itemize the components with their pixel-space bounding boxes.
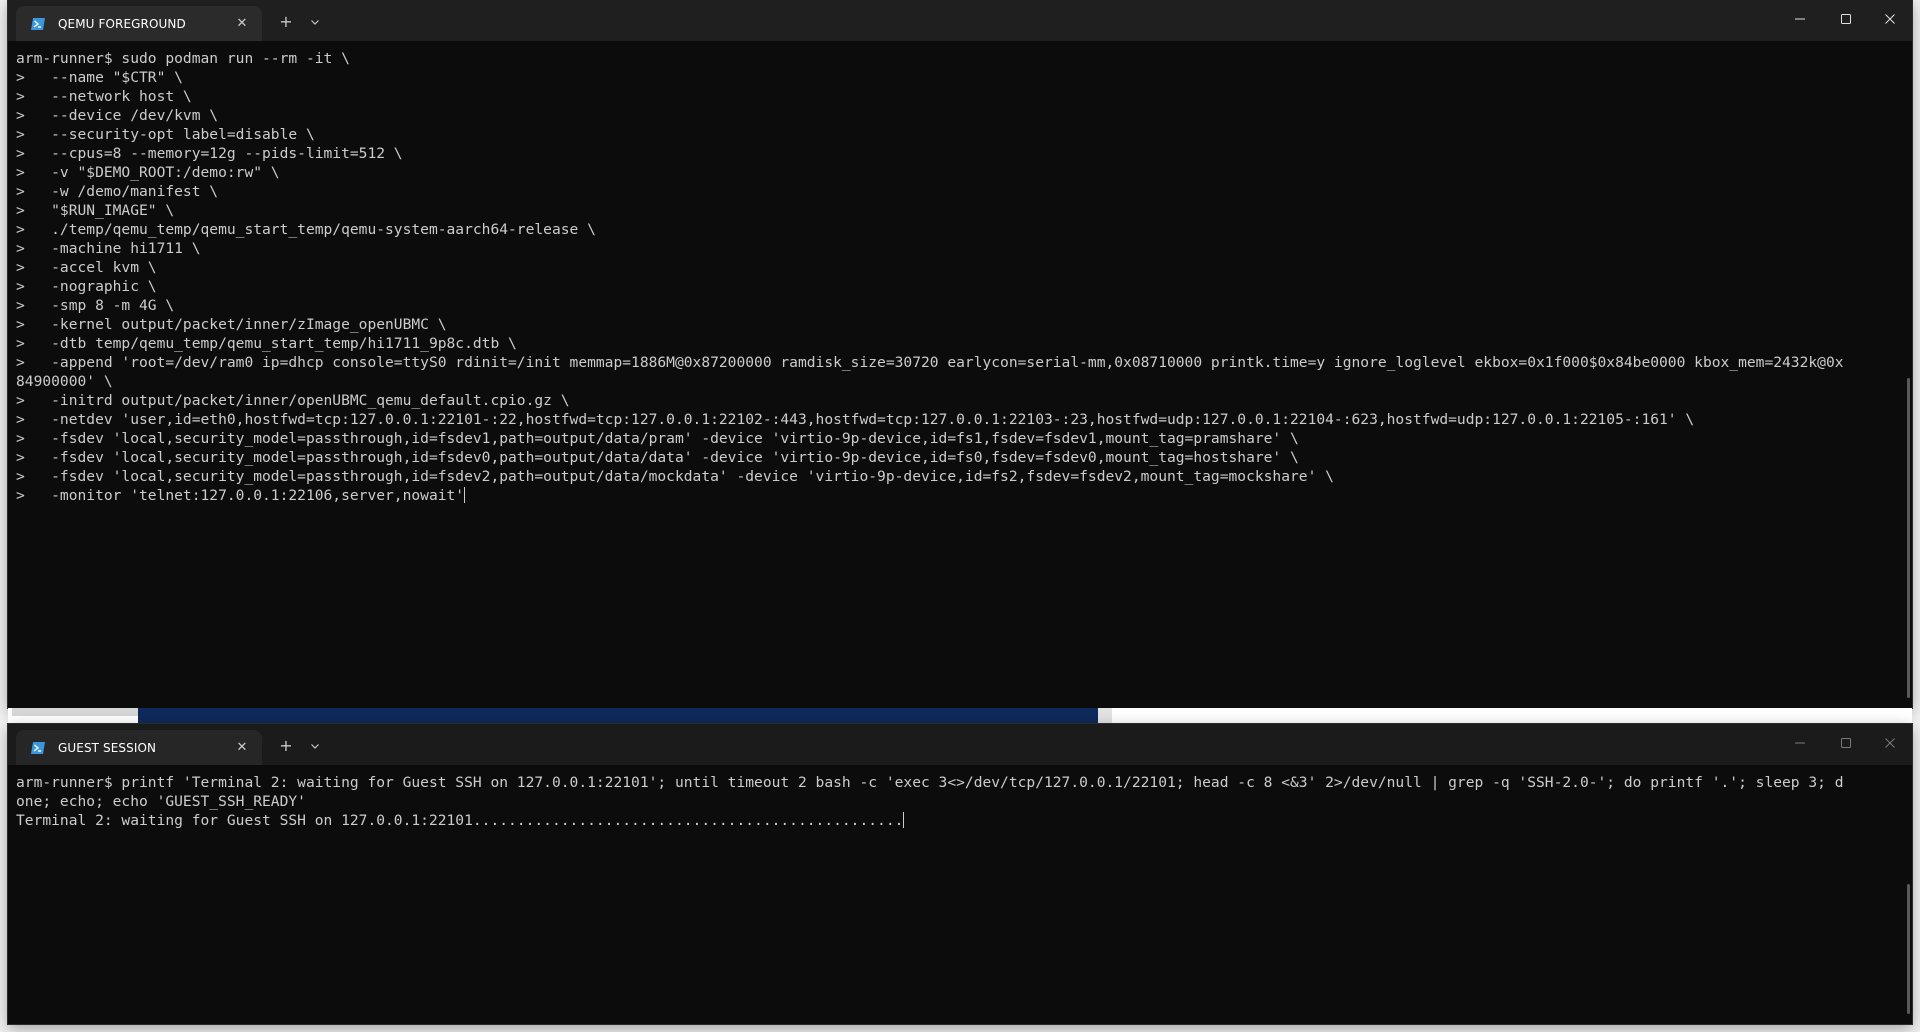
terminal-line-text: > -w /demo/manifest \ [16, 183, 219, 200]
terminal-line-text: 84900000' \ [16, 373, 113, 390]
terminal-line-text: > -netdev 'user,id=eth0,hostfwd=tcp:127.… [16, 411, 1695, 428]
terminal-line-text: > --name "$CTR" \ [16, 69, 183, 86]
terminal-line: > --cpus=8 --memory=12g --pids-limit=512… [16, 144, 1904, 163]
chevron-down-icon[interactable] [308, 738, 322, 754]
terminal-line-text: > --security-opt label=disable \ [16, 126, 315, 143]
terminal-line-text: > -kernel output/packet/inner/zImage_ope… [16, 316, 447, 333]
plus-icon[interactable]: + [278, 738, 294, 754]
terminal-line: > --network host \ [16, 87, 1904, 106]
powershell-icon [30, 740, 46, 754]
terminal-line-text: > -nographic \ [16, 278, 157, 295]
terminal-output[interactable]: arm-runner$ printf 'Terminal 2: waiting … [8, 765, 1912, 1024]
background-panel [1098, 708, 1112, 724]
terminal-line: > -machine hi1711 \ [16, 239, 1904, 258]
terminal-line-text: > -initrd output/packet/inner/openUBMC_q… [16, 392, 570, 409]
minimize-icon [1795, 18, 1805, 20]
titlebar: GUEST SESSION ✕ + [8, 724, 1912, 765]
terminal-line: > -initrd output/packet/inner/openUBMC_q… [16, 391, 1904, 410]
background-window-strip [8, 708, 1912, 724]
terminal-line: > --device /dev/kvm \ [16, 106, 1904, 125]
terminal-line: one; echo; echo 'GUEST_SSH_READY' [16, 792, 1904, 811]
close-icon [1885, 14, 1895, 24]
close-button[interactable] [1876, 730, 1904, 756]
text-cursor [464, 487, 466, 503]
tab-qemu-foreground[interactable]: QEMU FOREGROUND ✕ [16, 6, 262, 41]
terminal-line: > -kernel output/packet/inner/zImage_ope… [16, 315, 1904, 334]
terminal-output[interactable]: arm-runner$ sudo podman run --rm -it \ > … [8, 41, 1912, 708]
terminal-line: arm-runner$ sudo podman run --rm -it \ [16, 49, 1904, 68]
terminal-line-text: > -v "$DEMO_ROOT:/demo:rw" \ [16, 164, 280, 181]
terminal-line: 84900000' \ [16, 372, 1904, 391]
powershell-icon [30, 16, 46, 30]
terminal-line-text: Terminal 2: waiting for Guest SSH on 127… [16, 812, 904, 829]
terminal-line-text: > -fsdev 'local,security_model=passthrou… [16, 430, 1299, 447]
minimize-icon [1795, 742, 1805, 744]
tab-label: GUEST SESSION [58, 741, 157, 755]
terminal-line-text: > -machine hi1711 \ [16, 240, 201, 257]
terminal-line-text: one; echo; echo 'GUEST_SSH_READY' [16, 793, 306, 810]
terminal-line: > -netdev 'user,id=eth0,hostfwd=tcp:127.… [16, 410, 1904, 429]
terminal-line-text: > --cpus=8 --memory=12g --pids-limit=512… [16, 145, 403, 162]
chevron-down-icon[interactable] [308, 14, 322, 30]
scrollbar[interactable] [1907, 884, 1910, 1014]
terminal-line: > -monitor 'telnet:127.0.0.1:22106,serve… [16, 486, 1904, 505]
terminal-line: > --security-opt label=disable \ [16, 125, 1904, 144]
titlebar: QEMU FOREGROUND ✕ + [8, 0, 1912, 41]
close-icon[interactable]: ✕ [234, 16, 250, 32]
scrollbar[interactable] [1907, 378, 1910, 698]
maximize-icon [1841, 738, 1851, 748]
terminal-line: > -append 'root=/dev/ram0 ip=dhcp consol… [16, 353, 1904, 372]
terminal-line: arm-runner$ printf 'Terminal 2: waiting … [16, 773, 1904, 792]
terminal-line: > -nographic \ [16, 277, 1904, 296]
terminal-line: > "$RUN_IMAGE" \ [16, 201, 1904, 220]
terminal-line: > -v "$DEMO_ROOT:/demo:rw" \ [16, 163, 1904, 182]
terminal-line: > -accel kvm \ [16, 258, 1904, 277]
terminal-line: Terminal 2: waiting for Guest SSH on 127… [16, 811, 1904, 830]
terminal-line-text: > -monitor 'telnet:127.0.0.1:22106,serve… [16, 487, 465, 504]
terminal-line-text: > --device /dev/kvm \ [16, 107, 219, 124]
terminal-line-text: > -dtb temp/qemu_temp/qemu_start_temp/hi… [16, 335, 517, 352]
terminal-line-text: > -smp 8 -m 4G \ [16, 297, 175, 314]
text-cursor [903, 812, 905, 828]
close-icon[interactable]: ✕ [234, 740, 250, 756]
minimize-button[interactable] [1786, 730, 1814, 756]
terminal-window-guest: GUEST SESSION ✕ + arm-runner$ printf 'Te… [8, 724, 1912, 1024]
minimize-button[interactable] [1786, 6, 1814, 32]
terminal-line: > -dtb temp/qemu_temp/qemu_start_temp/hi… [16, 334, 1904, 353]
background-tab [12, 708, 140, 716]
terminal-line: > -w /demo/manifest \ [16, 182, 1904, 201]
terminal-line-text: arm-runner$ printf 'Terminal 2: waiting … [16, 774, 1844, 791]
terminal-window-qemu: QEMU FOREGROUND ✕ + arm-runner$ sudo pod… [8, 0, 1912, 708]
maximize-button[interactable] [1832, 730, 1860, 756]
terminal-line: > ./temp/qemu_temp/qemu_start_temp/qemu-… [16, 220, 1904, 239]
terminal-line-text: > -accel kvm \ [16, 259, 157, 276]
tab-guest-session[interactable]: GUEST SESSION ✕ [16, 730, 262, 765]
terminal-line-text: > -fsdev 'local,security_model=passthrou… [16, 468, 1334, 485]
terminal-line: > -smp 8 -m 4G \ [16, 296, 1904, 315]
terminal-line-text: arm-runner$ sudo podman run --rm -it \ [16, 50, 350, 67]
terminal-line: > -fsdev 'local,security_model=passthrou… [16, 448, 1904, 467]
terminal-line: > --name "$CTR" \ [16, 68, 1904, 87]
background-progress-bar [138, 708, 1098, 724]
terminal-line: > -fsdev 'local,security_model=passthrou… [16, 429, 1904, 448]
terminal-line-text: > ./temp/qemu_temp/qemu_start_temp/qemu-… [16, 221, 596, 238]
maximize-button[interactable] [1832, 6, 1860, 32]
maximize-icon [1841, 14, 1851, 24]
terminal-line: > -fsdev 'local,security_model=passthrou… [16, 467, 1904, 486]
terminal-line-text: > -append 'root=/dev/ram0 ip=dhcp consol… [16, 354, 1844, 371]
close-icon [1885, 738, 1895, 748]
terminal-line-text: > -fsdev 'local,security_model=passthrou… [16, 449, 1299, 466]
close-button[interactable] [1876, 6, 1904, 32]
tab-label: QEMU FOREGROUND [58, 17, 186, 31]
terminal-line-text: > "$RUN_IMAGE" \ [16, 202, 175, 219]
plus-icon[interactable]: + [278, 14, 294, 30]
terminal-line-text: > --network host \ [16, 88, 192, 105]
